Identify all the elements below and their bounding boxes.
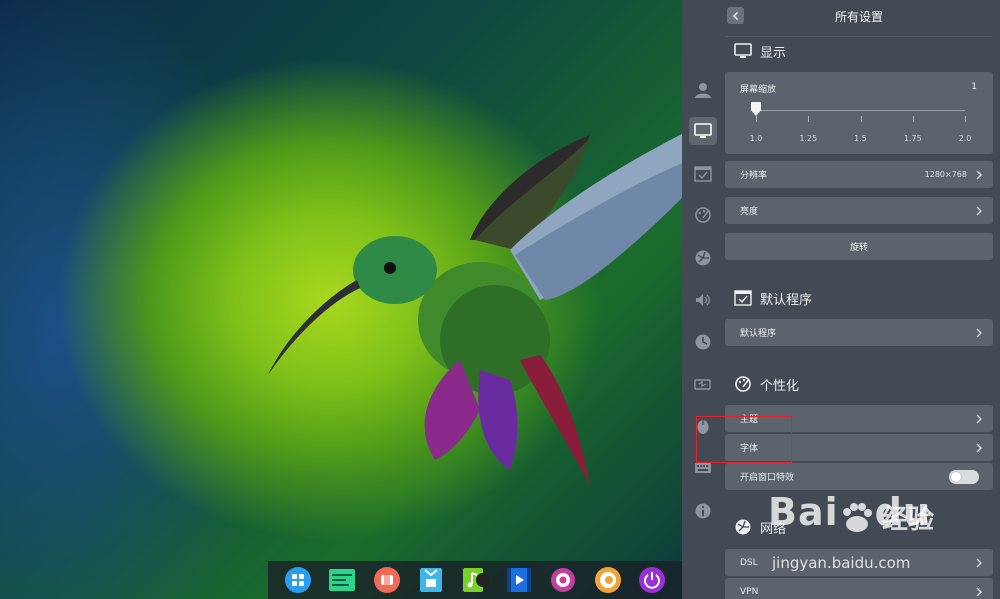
section-personalization: 个性化: [734, 373, 799, 395]
font-label: 字体: [740, 444, 759, 454]
info-icon[interactable]: [689, 497, 717, 525]
chevron-right-icon: [976, 170, 982, 179]
scale-tick: [860, 116, 862, 122]
rotate-label: 旋转: [849, 243, 868, 253]
scale-tick: [756, 116, 757, 122]
section-network: 网络: [734, 516, 786, 538]
theme-row[interactable]: 主题: [725, 405, 993, 432]
section-personalization-title: 个性化: [760, 378, 800, 394]
default-apps-label: 默认程序: [740, 329, 777, 339]
video-icon[interactable]: [505, 566, 533, 594]
scale-tick: [965, 116, 966, 122]
scale-tick: [912, 116, 914, 122]
power-icon[interactable]: [638, 566, 666, 594]
section-network-title: 网络: [760, 521, 787, 537]
dock: [268, 561, 682, 599]
display-scale-label: 屏幕缩放: [740, 85, 777, 95]
desktop-wallpaper: [0, 0, 682, 599]
brightness-row[interactable]: 亮度: [725, 197, 993, 224]
scale-tick-label: 1.75: [903, 134, 922, 143]
browser-icon[interactable]: [594, 566, 622, 594]
theme-label: 主题: [740, 415, 759, 425]
display-scale-card: 屏幕缩放 1 1.0 1.25 1.5 1.75 2.0: [725, 72, 993, 154]
scale-slider-track[interactable]: [756, 110, 965, 111]
resolution-value: 1280×768: [924, 170, 967, 179]
personalization-icon[interactable]: [689, 201, 717, 229]
user-icon[interactable]: [689, 76, 717, 104]
personalization-icon: [735, 376, 751, 392]
settings-panel: 所有设置 显示 屏幕缩放 1 1.0 1.25 1.5 1.75 2.0 分辨率 128…: [682, 0, 1000, 599]
hummingbird-image: [268, 134, 682, 485]
brightness-label: 亮度: [740, 207, 759, 217]
settings-icon[interactable]: [549, 566, 577, 594]
scale-slider-thumb[interactable]: [751, 102, 761, 116]
display-icon: [734, 43, 752, 58]
divider: [725, 36, 992, 37]
resolution-label: 分辨率: [740, 171, 768, 181]
section-default-apps-title: 默认程序: [760, 292, 813, 308]
dsl-label: DSL: [740, 557, 758, 568]
scale-tick: [808, 116, 810, 122]
page-title: 所有设置: [834, 10, 883, 24]
store-icon[interactable]: [373, 566, 401, 594]
default-apps-icon[interactable]: [689, 160, 717, 188]
mouse-icon[interactable]: [689, 412, 717, 440]
dsl-row[interactable]: DSL: [725, 549, 993, 576]
settings-sidebar: [682, 0, 724, 599]
window-effects-label: 开启窗口特效: [740, 473, 795, 483]
launcher-icon[interactable]: [284, 566, 312, 594]
network-icon: [735, 519, 751, 535]
font-row[interactable]: 字体: [725, 434, 993, 461]
music-icon[interactable]: [461, 566, 489, 594]
section-display: 显示: [734, 40, 786, 62]
chevron-right-icon: [976, 414, 982, 423]
file-manager-icon[interactable]: [417, 566, 445, 594]
chevron-right-icon: [976, 558, 982, 567]
scale-tick-label: 2.0: [958, 134, 972, 143]
vpn-row[interactable]: VPN: [725, 578, 993, 599]
chevron-right-icon: [976, 206, 982, 215]
time-icon[interactable]: [689, 328, 717, 356]
display-scale-value: 1: [971, 82, 977, 92]
window-effects-toggle[interactable]: [949, 469, 979, 484]
settings-top-bar: 所有设置: [725, 0, 1000, 34]
vpn-label: VPN: [740, 586, 759, 597]
scale-tick-label: 1.5: [854, 134, 867, 143]
rotate-button[interactable]: 旋转: [725, 233, 993, 260]
sound-icon[interactable]: [689, 286, 717, 314]
section-default-apps: 默认程序: [734, 287, 812, 309]
chevron-right-icon: [976, 443, 982, 452]
terminal-icon[interactable]: [328, 566, 356, 594]
scale-tick-label: 1.25: [799, 134, 818, 143]
default-apps-row[interactable]: 默认程序: [725, 319, 993, 346]
scale-tick-label: 1.0: [749, 134, 763, 143]
keyboard-icon[interactable]: [689, 454, 717, 482]
chevron-right-icon: [976, 328, 982, 337]
window-effects-row: 开启窗口特效: [725, 463, 993, 490]
resolution-row[interactable]: 分辨率 1280×768: [725, 161, 993, 188]
default-apps-icon: [734, 290, 752, 306]
section-display-title: 显示: [760, 45, 787, 61]
chevron-right-icon: [976, 587, 982, 596]
display-icon[interactable]: [689, 117, 717, 145]
power-settings-icon[interactable]: [689, 370, 717, 398]
network-icon[interactable]: [689, 244, 717, 272]
